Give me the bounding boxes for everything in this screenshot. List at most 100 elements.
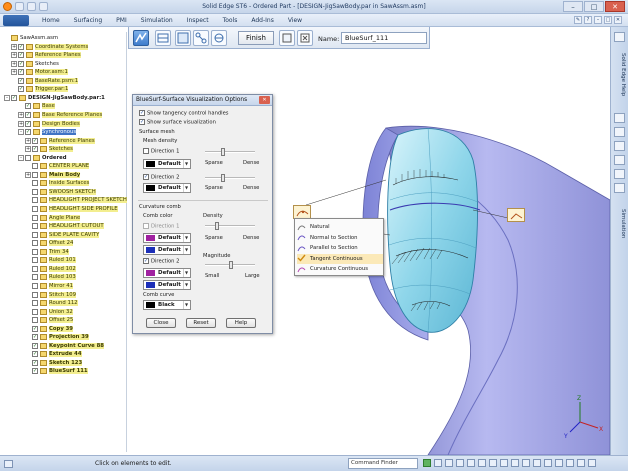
command-finder-input[interactable]: Command Finder (348, 458, 418, 469)
view-icon-15[interactable] (577, 459, 585, 467)
show-tangency-row[interactable]: ✓ Show tangency control handles (139, 110, 229, 118)
close-button[interactable]: Close (146, 318, 176, 328)
tree-item[interactable]: Trim 34 (25, 248, 69, 256)
application-button[interactable] (3, 15, 29, 26)
visibility-checkbox[interactable] (32, 300, 38, 307)
direction2-row[interactable]: ✓ Direction 2 (143, 174, 179, 182)
tree-item[interactable]: Ruled 102 (25, 265, 76, 273)
direction2-checkbox[interactable]: ✓ (143, 174, 149, 180)
dock-tool-icon-3[interactable] (614, 141, 625, 151)
expand-icon[interactable]: + (25, 146, 31, 153)
view-icon-9[interactable] (511, 459, 519, 467)
minimize-icon[interactable]: – (563, 1, 583, 12)
view-icon-13[interactable] (555, 459, 563, 467)
view-icon-16[interactable] (588, 459, 596, 467)
tree-item[interactable]: CENTER PLANE (25, 162, 90, 170)
visibility-checkbox[interactable] (32, 240, 38, 247)
tab-simulation[interactable]: Simulation (134, 17, 180, 24)
comb-direction2-checkbox[interactable]: ✓ (143, 258, 149, 264)
visibility-checkbox[interactable]: ✓ (18, 69, 24, 76)
tree-item[interactable]: SawAssm.asm (4, 34, 58, 42)
comb-direction2-row[interactable]: ✓ Direction 2 (143, 258, 179, 266)
tree-item[interactable]: ✓ Extrude 44 (25, 350, 82, 358)
comb-direction2-color-select-2[interactable]: Default ▼ (143, 280, 191, 290)
visibility-checkbox[interactable] (32, 206, 38, 212)
tree-item[interactable]: SIDE PLATE CAVITY (25, 231, 100, 239)
ribbon-close-icon[interactable]: ✕ (614, 16, 622, 24)
view-icon-10[interactable] (522, 459, 530, 467)
continuity-option[interactable]: Curvature Continuous (297, 264, 383, 274)
finish-button[interactable]: Finish (238, 31, 274, 45)
tree-item[interactable]: Mirror 41 (25, 282, 74, 290)
tree-item[interactable]: + ✓ Reference Planes (25, 137, 95, 145)
step-button-3[interactable] (193, 30, 209, 46)
comb-curve-color-select[interactable]: Black ▼ (143, 300, 191, 310)
continuity-option[interactable]: Parallel to Section (297, 243, 383, 253)
tab-surfacing[interactable]: Surfacing (67, 17, 109, 24)
visibility-checkbox[interactable]: ✓ (32, 146, 38, 153)
expand-icon[interactable]: + (11, 60, 17, 67)
continuity-option[interactable]: Tangent Continuous (297, 253, 383, 264)
help-panel-icon[interactable] (614, 32, 625, 42)
collapse-icon[interactable]: - (18, 154, 24, 161)
tree-item[interactable]: Offset 25 (25, 316, 74, 324)
comb-direction1-color-select-2[interactable]: Default ▼ (143, 245, 191, 255)
visibility-checkbox[interactable]: ✓ (11, 94, 17, 101)
tree-item[interactable]: ✓ Keypoint Curve 88 (25, 342, 104, 350)
name-field[interactable] (341, 32, 427, 44)
close-icon[interactable]: ✕ (605, 1, 625, 12)
visibility-checkbox[interactable]: ✓ (25, 129, 31, 136)
tab-view[interactable]: View (281, 17, 309, 24)
visibility-checkbox[interactable] (32, 171, 38, 178)
visibility-checkbox[interactable] (32, 188, 38, 195)
tree-item[interactable]: Stitch 109 (25, 291, 77, 299)
step-button-2[interactable] (175, 30, 191, 46)
magnitude-slider[interactable] (205, 261, 255, 269)
tree-item[interactable]: + ✓ Design Bodies (18, 120, 80, 128)
visibility-checkbox[interactable]: ✓ (32, 334, 38, 341)
visibility-checkbox[interactable] (32, 308, 38, 315)
tree-item[interactable]: - ✓ Synchronous (18, 128, 77, 136)
visibility-checkbox[interactable]: ✓ (18, 52, 24, 59)
direction1-checkbox[interactable] (143, 148, 149, 154)
visibility-checkbox[interactable] (25, 154, 31, 161)
ribbon-min-icon[interactable]: – (594, 16, 602, 24)
direction1-color-select[interactable]: Default ▼ (143, 159, 191, 169)
direction2-density-slider[interactable] (205, 174, 255, 182)
tree-item[interactable]: + ✓ Sketches (11, 60, 59, 68)
step-button-1[interactable] (155, 30, 171, 46)
expand-icon[interactable]: + (25, 137, 31, 144)
comb-density-slider[interactable] (205, 222, 255, 230)
help-button[interactable]: Help (226, 318, 256, 328)
tree-item[interactable]: Offset 24 (25, 239, 74, 247)
step-button-4[interactable] (211, 30, 227, 46)
tree-item[interactable]: + ✓ Reference Planes (11, 51, 81, 59)
tree-item[interactable]: HEADLIGHT PROJECT SKETCH (25, 196, 127, 204)
comb-direction1-checkbox[interactable] (143, 223, 149, 229)
expand-icon[interactable]: + (25, 171, 31, 178)
tree-item[interactable]: + ✓ Base Reference Planes (18, 111, 103, 119)
visibility-checkbox[interactable] (32, 317, 38, 324)
dock-tab-simulation[interactable]: Simulation (614, 199, 626, 249)
show-tangency-checkbox[interactable]: ✓ (139, 110, 145, 116)
reset-button[interactable]: Reset (186, 318, 216, 328)
ribbon-restore-icon[interactable]: □ (604, 16, 612, 24)
tree-item[interactable]: SWOOSH SKETCH (25, 188, 96, 196)
surface-visualization-button[interactable] (133, 30, 149, 46)
tree-item[interactable]: ✓ Trigger.par:1 (11, 85, 69, 93)
dock-tab-help[interactable]: Solid Edge Help (614, 45, 626, 105)
status-left-icon[interactable] (4, 460, 13, 468)
tangency-handle-right[interactable] (507, 208, 525, 222)
tree-item[interactable]: Inside Surfaces (25, 179, 90, 187)
direction1-row[interactable]: Direction 1 (143, 148, 179, 156)
options-icon[interactable]: ✎ (574, 16, 582, 24)
visibility-checkbox[interactable] (32, 223, 38, 230)
tree-item[interactable]: - ✓ DESIGN-JigSawBody.par:1 (4, 94, 105, 102)
tree-item[interactable]: Union 32 (25, 308, 73, 316)
visibility-checkbox[interactable] (32, 163, 38, 170)
tree-item[interactable]: Angle Plane (25, 214, 81, 222)
expand-icon[interactable]: + (18, 111, 24, 118)
view-icon-6[interactable] (478, 459, 486, 467)
view-icon-3[interactable] (445, 459, 453, 467)
view-icon-8[interactable] (500, 459, 508, 467)
